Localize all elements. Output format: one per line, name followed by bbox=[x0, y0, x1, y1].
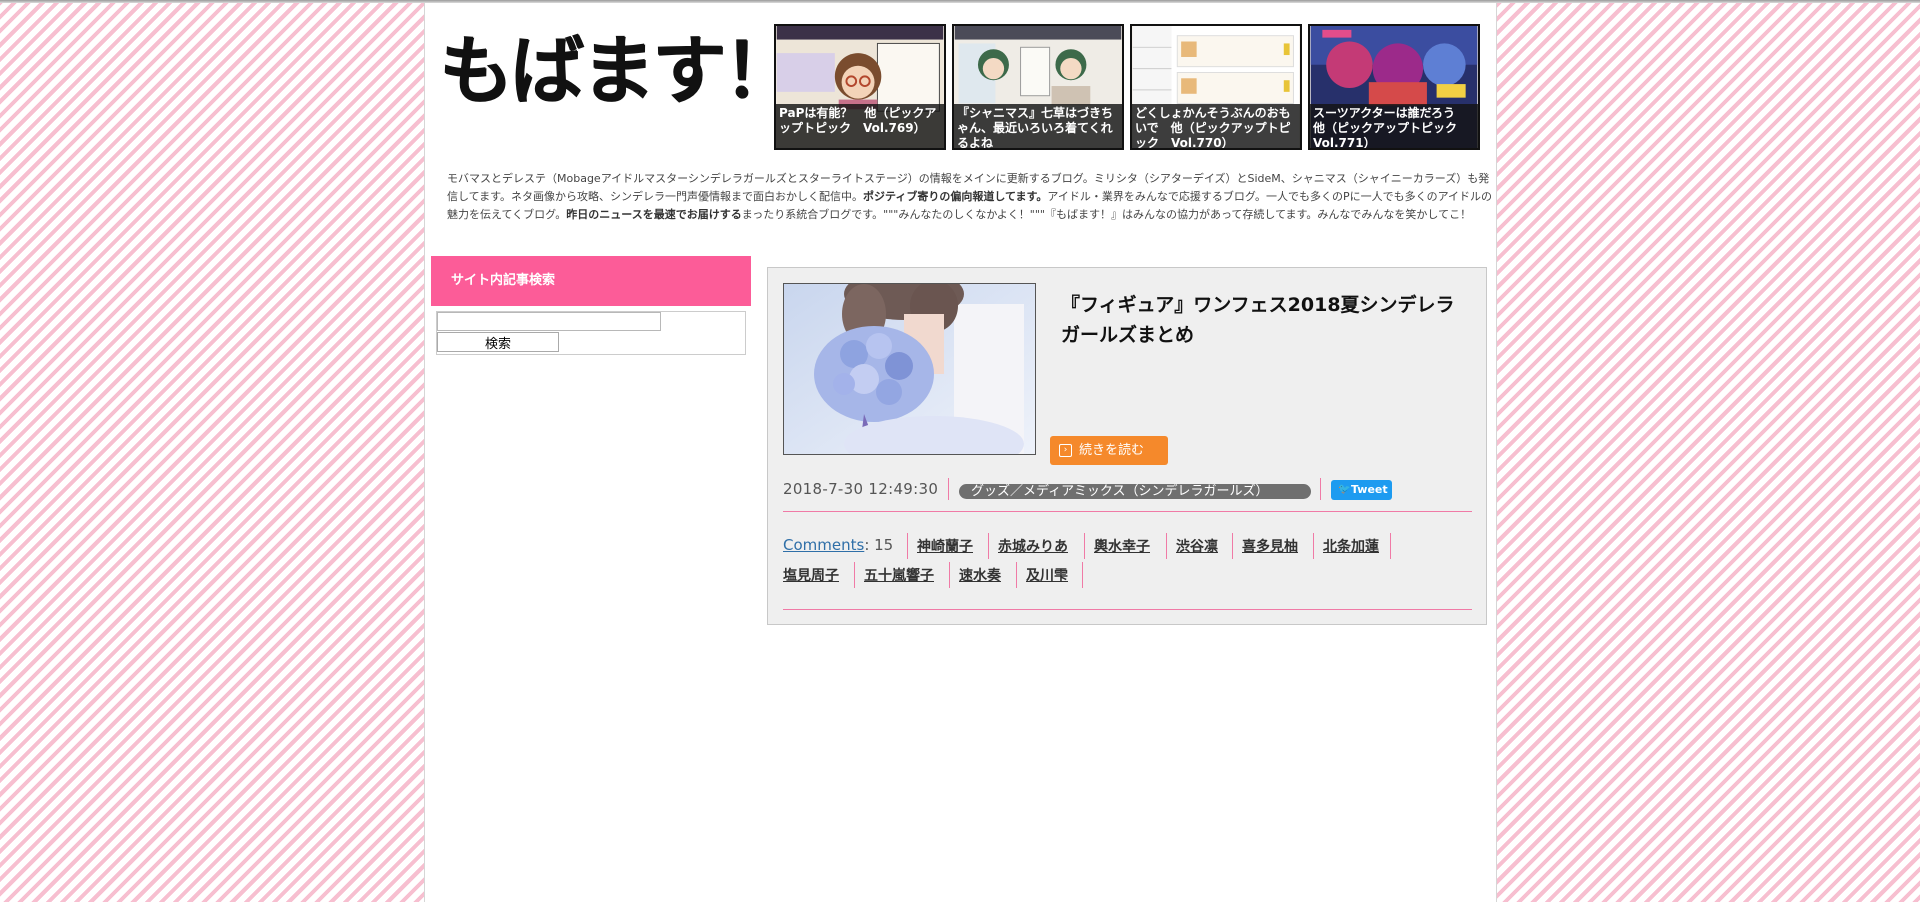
pickup-item-2[interactable]: 『シャニマス』七草はづきちゃん、最近いろいろ着てくれるよね bbox=[952, 24, 1124, 150]
tag-divider bbox=[1390, 533, 1391, 559]
comments-number: : 15 bbox=[864, 536, 894, 554]
tag-row-2: 塩見周子 五十嵐響子 速水奏 及川雫 bbox=[783, 562, 1473, 588]
twitter-bird-icon: 🐦 bbox=[1338, 484, 1351, 495]
pickup-item-1[interactable]: PaPは有能？ 他（ピックアップトピック Vol.769） bbox=[774, 24, 946, 150]
figure-photo bbox=[784, 284, 1035, 454]
category-badge[interactable]: グッズ／メディアミックス（シンデレラガールズ） bbox=[959, 484, 1311, 499]
tag-divider bbox=[988, 533, 989, 559]
site-logo[interactable]: もばます！ bbox=[439, 34, 797, 108]
tag-link[interactable]: 五十嵐響子 bbox=[864, 565, 934, 585]
description-bold-1: ポジティブ寄りの偏向報道してます。 bbox=[863, 190, 1048, 203]
tag-link[interactable]: 北条加蓮 bbox=[1323, 536, 1379, 556]
description-bold-2: 昨日のニュースを最速でお届けする bbox=[566, 208, 742, 221]
article-date: 2018-7-30 12:49:30 bbox=[783, 480, 939, 498]
description-text-3: まったり系統合ブログです。"""みんなたのしくなかよく！"""『もばます！』はみ… bbox=[741, 208, 1472, 221]
top-shadow bbox=[0, 0, 1920, 3]
tag-link[interactable]: 喜多見柚 bbox=[1242, 536, 1298, 556]
tag-row-1: Comments: 15 神崎蘭子 赤城みりあ 輿水幸子 渋谷凛 喜多見柚 北条… bbox=[783, 533, 1473, 559]
tag-divider bbox=[1313, 533, 1314, 559]
tag-divider bbox=[1084, 533, 1085, 559]
search-button[interactable]: 検索 bbox=[437, 332, 559, 352]
tag-divider bbox=[1166, 533, 1167, 559]
pickup-item-3[interactable]: どくしょかんそうぶんのおもいで 他（ピックアップトピック Vol.770） bbox=[1130, 24, 1302, 150]
divider-line bbox=[783, 609, 1472, 610]
comments-count: Comments: 15 bbox=[783, 536, 893, 554]
tag-divider bbox=[1016, 562, 1017, 588]
tag-divider bbox=[854, 562, 855, 588]
site-description: モバマスとデレステ（Mobageアイドルマスターシンデレラガールズとスターライト… bbox=[447, 170, 1495, 224]
search-box: 検索 bbox=[436, 311, 746, 355]
tag-link[interactable]: 輿水幸子 bbox=[1094, 536, 1150, 556]
sidebar: サイト内記事検索 検索 bbox=[431, 256, 751, 355]
tag-divider bbox=[1232, 533, 1233, 559]
arrow-right-icon: › bbox=[1059, 444, 1072, 457]
article-thumbnail[interactable] bbox=[783, 283, 1036, 455]
meta-divider bbox=[948, 478, 949, 500]
search-heading: サイト内記事検索 bbox=[431, 256, 751, 306]
page-wrapper: もばます！ PaPは有能？ 他（ピックアップトピック Vol.769） 『シャニ… bbox=[424, 0, 1497, 902]
tag-divider bbox=[949, 562, 950, 588]
comments-link[interactable]: Comments bbox=[783, 536, 864, 554]
tweet-button[interactable]: 🐦 Tweet bbox=[1331, 480, 1392, 500]
tag-divider bbox=[907, 533, 908, 559]
article-title[interactable]: 『フィギュア』ワンフェス2018夏シンデレラガールズまとめ bbox=[1061, 290, 1461, 350]
tag-link[interactable]: 及川雫 bbox=[1026, 565, 1068, 585]
tag-divider bbox=[1082, 562, 1083, 588]
pickup-caption-1: PaPは有能？ 他（ピックアップトピック Vol.769） bbox=[776, 104, 944, 148]
meta-divider bbox=[1320, 478, 1321, 500]
article-meta: 2018-7-30 12:49:30 グッズ／メディアミックス（シンデレラガール… bbox=[783, 476, 1473, 504]
tweet-label: Tweet bbox=[1351, 483, 1388, 496]
pickup-item-4[interactable]: スーツアクターは誰だろう 他（ピックアップトピック Vol.771） bbox=[1308, 24, 1480, 150]
tag-link[interactable]: 速水奏 bbox=[959, 565, 1001, 585]
divider-line bbox=[783, 511, 1472, 512]
pickup-caption-2: 『シャニマス』七草はづきちゃん、最近いろいろ着てくれるよね bbox=[954, 104, 1122, 148]
search-input[interactable] bbox=[437, 312, 661, 331]
tag-link[interactable]: 塩見周子 bbox=[783, 565, 839, 585]
read-more-button[interactable]: › 続きを読む bbox=[1050, 436, 1168, 465]
tag-link[interactable]: 神崎蘭子 bbox=[917, 536, 973, 556]
article-card: 『フィギュア』ワンフェス2018夏シンデレラガールズまとめ › 続きを読む 20… bbox=[767, 267, 1487, 625]
pickup-caption-3: どくしょかんそうぶんのおもいで 他（ピックアップトピック Vol.770） bbox=[1132, 104, 1300, 148]
tag-link[interactable]: 渋谷凛 bbox=[1176, 536, 1218, 556]
tag-link[interactable]: 赤城みりあ bbox=[998, 536, 1068, 556]
pickup-caption-4: スーツアクターは誰だろう 他（ピックアップトピック Vol.771） bbox=[1310, 104, 1478, 148]
read-more-label: 続きを読む bbox=[1079, 443, 1145, 458]
